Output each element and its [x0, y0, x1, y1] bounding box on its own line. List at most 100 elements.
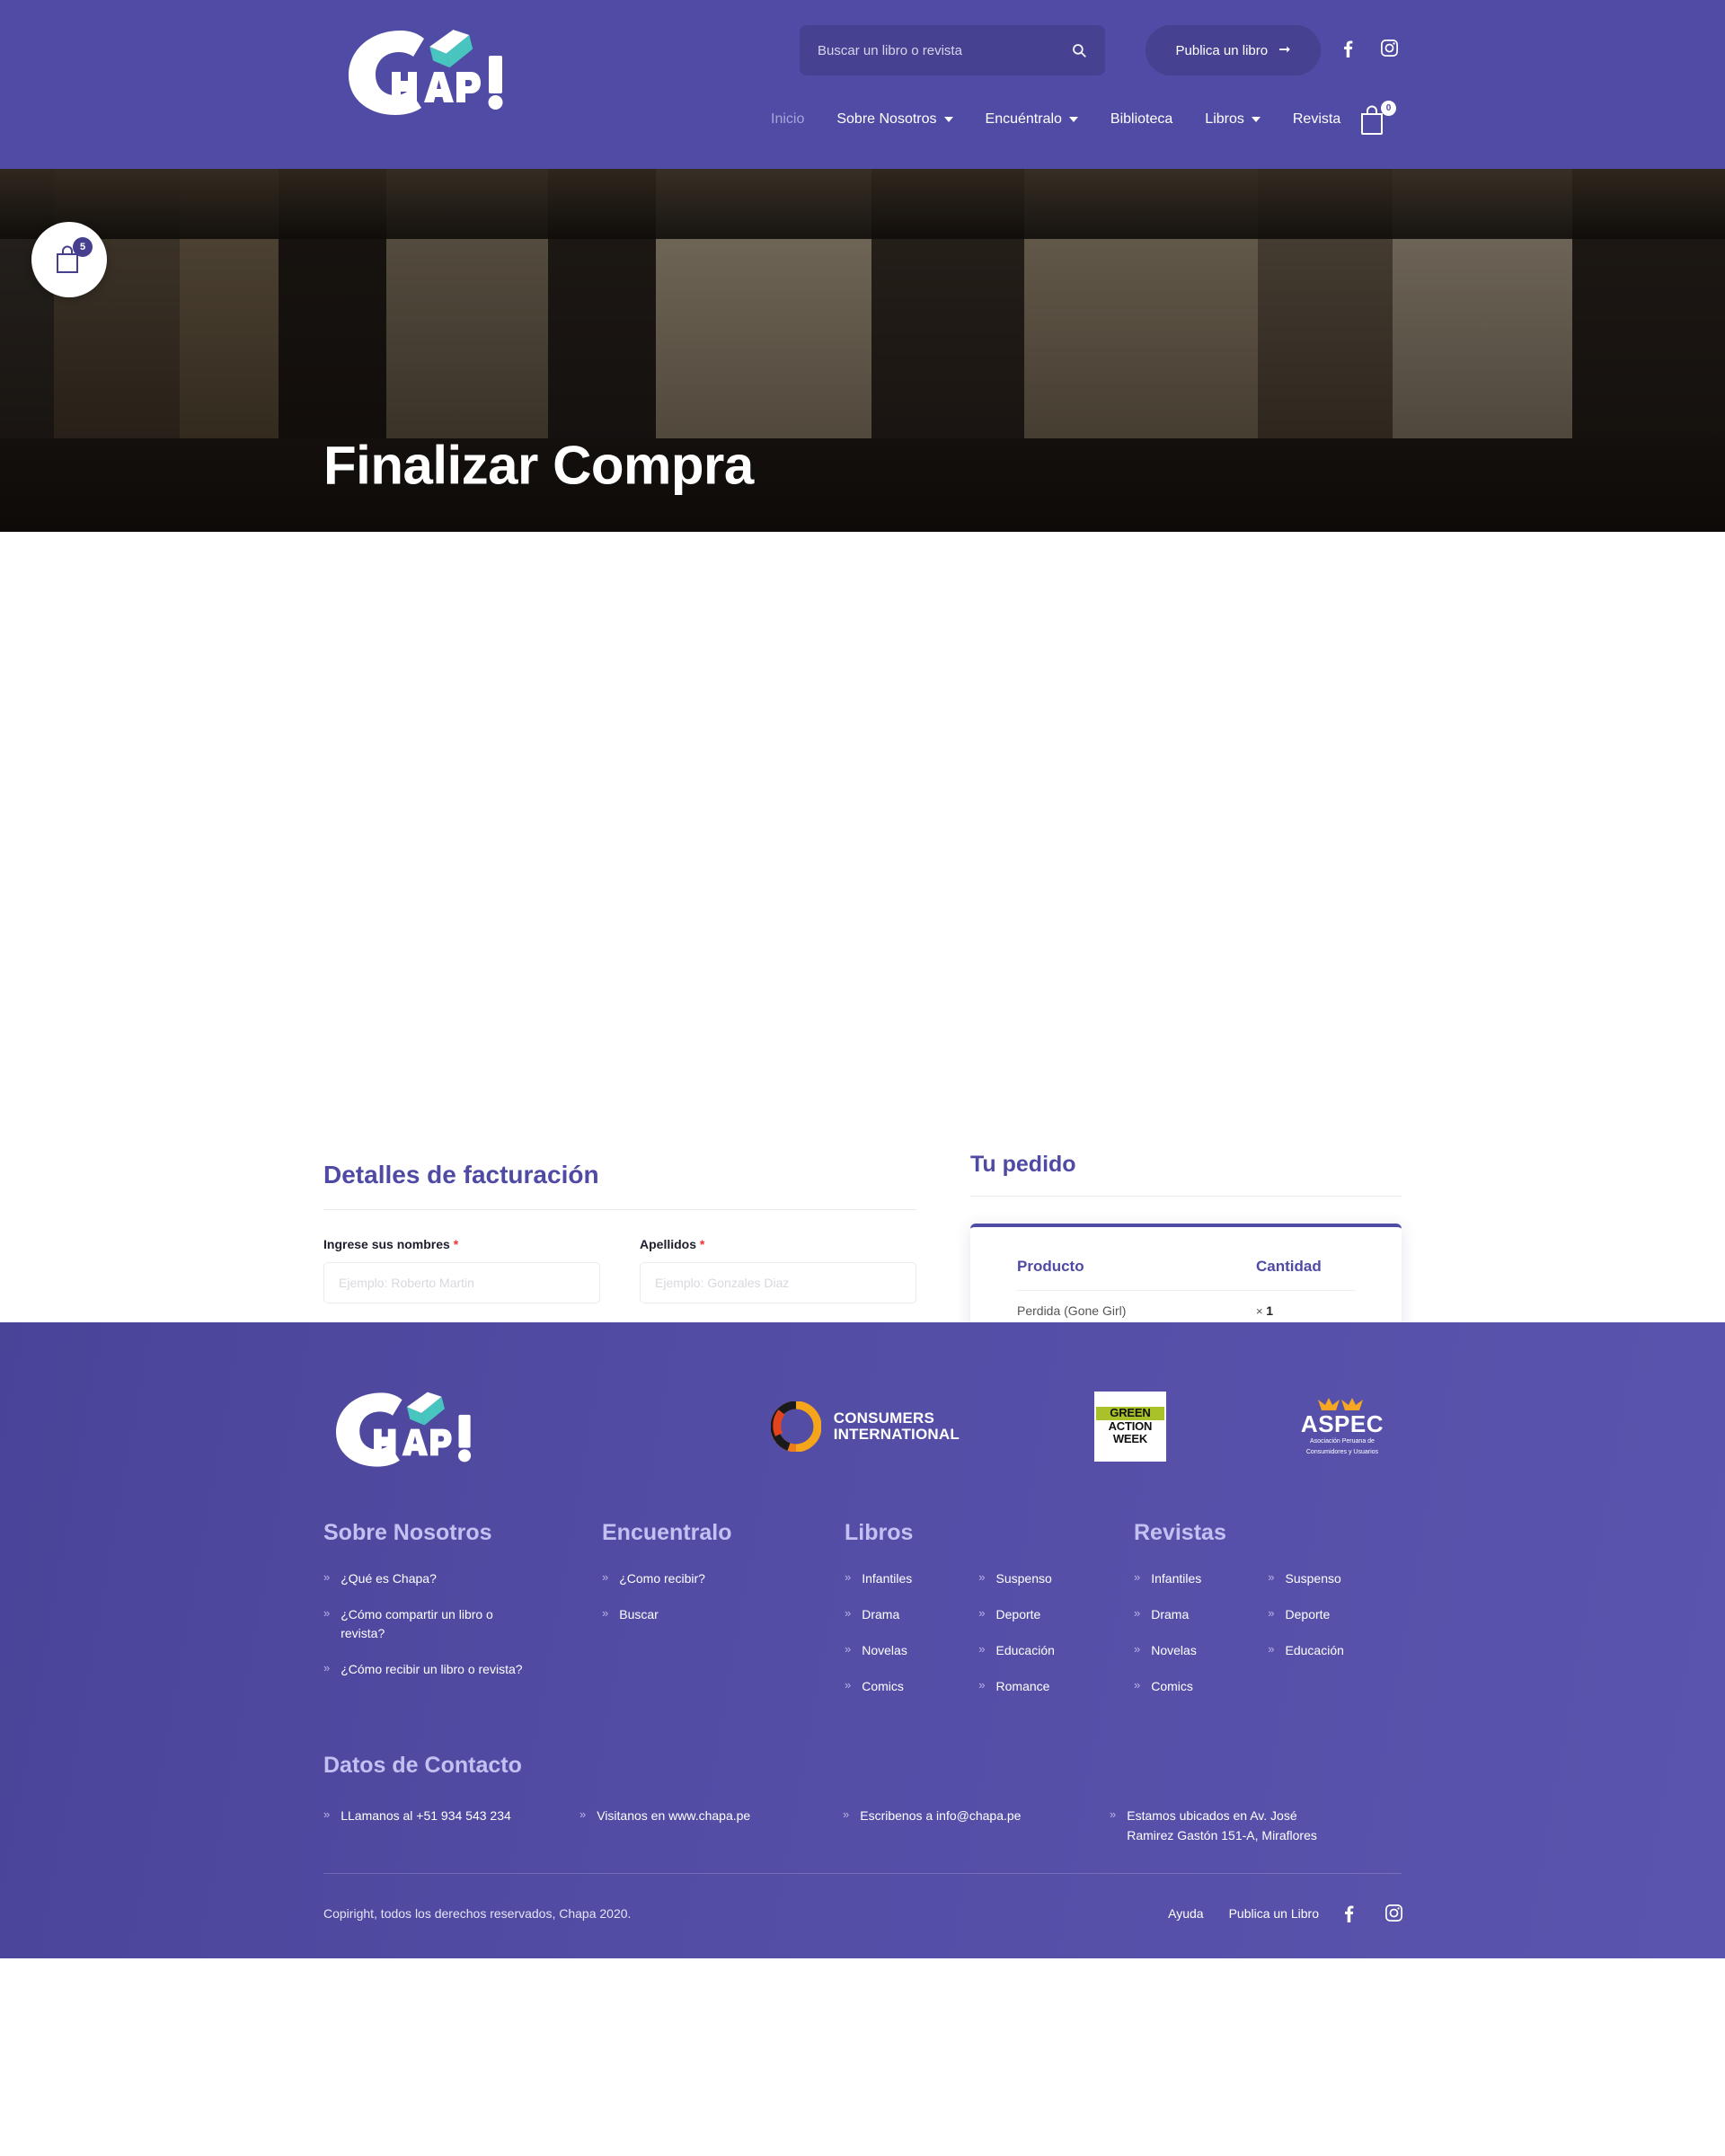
aspec-crown-icon	[1301, 1397, 1384, 1411]
footer-link[interactable]: » Romance	[978, 1677, 1055, 1696]
contact-email[interactable]: » Escribenos a info@chapa.pe	[843, 1806, 1110, 1846]
footer-link[interactable]: » ¿Cómo compartir un libro o revista?	[323, 1605, 539, 1643]
footer-link[interactable]: » Infantiles	[1134, 1569, 1201, 1588]
chevron-right-icon: »	[1134, 1642, 1141, 1656]
instagram-icon[interactable]	[1385, 1904, 1402, 1922]
footer-link-columns: Sobre Nosotros » ¿Qué es Chapa? » ¿Cómo co…	[323, 1520, 1402, 1722]
footer-link-label[interactable]: Infantiles	[862, 1569, 912, 1588]
nav-item-libros[interactable]: Libros	[1189, 111, 1277, 128]
search-box[interactable]	[800, 25, 1105, 75]
footer-heading-revistas: Revistas	[1134, 1520, 1226, 1545]
footer-link-label[interactable]: Infantiles	[1151, 1569, 1201, 1588]
footer-link-label[interactable]: Suspenso	[996, 1569, 1052, 1588]
cart-count-badge: 0	[1381, 101, 1396, 116]
footer-heading-libros: Libros	[845, 1520, 914, 1545]
main-navigation: Inicio Sobre Nosotros Encuéntralo Biblio…	[755, 111, 1357, 128]
footer-link[interactable]: » ¿Como recibir?	[602, 1569, 818, 1588]
footer-link[interactable]: » Novelas	[845, 1641, 912, 1660]
footer-link-label[interactable]: Deporte	[1286, 1605, 1331, 1624]
footer-libros-group-a: » Infantiles » Drama » Novelas » Comics	[845, 1569, 912, 1713]
footer-bottom-bar: Copiright, todos los derechos reservados…	[0, 1874, 1725, 1958]
contact-phone[interactable]: » LLamanos al +51 934 543 234	[323, 1806, 579, 1846]
footer-link-label[interactable]: ¿Qué es Chapa?	[341, 1569, 437, 1588]
last-name-field-group: Apellidos *	[640, 1237, 916, 1303]
first-name-input[interactable]	[323, 1262, 600, 1303]
footer-link[interactable]: » ¿Qué es Chapa?	[323, 1569, 539, 1588]
footer-link-label[interactable]: Romance	[996, 1677, 1050, 1696]
chevron-right-icon: »	[323, 1807, 331, 1821]
billing-divider	[323, 1209, 916, 1210]
footer-link[interactable]: » Suspenso	[978, 1569, 1055, 1588]
footer-link[interactable]: » Drama	[1134, 1605, 1201, 1624]
header-cart-button[interactable]: 0	[1358, 101, 1396, 142]
footer-link-label[interactable]: ¿Como recibir?	[619, 1569, 705, 1588]
footer-link[interactable]: » Comics	[845, 1677, 912, 1696]
last-name-label-text: Apellidos	[640, 1237, 697, 1251]
nav-item-inicio[interactable]: Inicio	[755, 111, 820, 128]
first-name-field-group: Ingrese sus nombres *	[323, 1237, 600, 1303]
footer-link[interactable]: » Drama	[845, 1605, 912, 1624]
contact-website[interactable]: » Visitanos en www.chapa.pe	[579, 1806, 843, 1846]
footer-column-encuentralo: Encuentralo » ¿Como recibir? » Buscar	[602, 1520, 845, 1713]
consumers-international-logo: CONSUMERS INTERNATIONAL	[770, 1401, 960, 1453]
nav-item-sobre-nosotros[interactable]: Sobre Nosotros	[820, 111, 969, 128]
contact-address[interactable]: » Estamos ubicados en Av. José Ramirez Ga…	[1110, 1806, 1325, 1846]
search-icon[interactable]	[1071, 42, 1087, 58]
aspec-sub2: Consumidores y Usuarios	[1305, 1448, 1379, 1455]
green-action-week-logo: GREEN ACTION WEEK	[1093, 1392, 1166, 1462]
footer-link-label[interactable]: Deporte	[996, 1605, 1041, 1624]
nav-label-encuentralo: Encuéntralo	[985, 111, 1062, 127]
chevron-right-icon: »	[845, 1678, 852, 1692]
instagram-icon[interactable]	[1381, 40, 1398, 57]
footer-link[interactable]: » Buscar	[602, 1605, 818, 1624]
chevron-right-icon: »	[1268, 1606, 1275, 1620]
footer-logo[interactable]	[323, 1382, 481, 1471]
footer-link[interactable]: » Deporte	[1268, 1605, 1344, 1624]
footer-link[interactable]: » Novelas	[1134, 1641, 1201, 1660]
chevron-right-icon: »	[845, 1642, 852, 1656]
last-name-input[interactable]	[640, 1262, 916, 1303]
footer-link-label[interactable]: Comics	[1151, 1677, 1193, 1696]
consumers-ring-icon	[770, 1401, 822, 1453]
footer-link-label[interactable]: Educación	[996, 1641, 1055, 1660]
chevron-right-icon: »	[978, 1570, 986, 1584]
publish-book-button[interactable]: Publica un libro ➞	[1146, 25, 1321, 75]
chevron-right-icon: »	[1110, 1807, 1117, 1821]
footer-link-label[interactable]: Suspenso	[1286, 1569, 1341, 1588]
facebook-icon[interactable]	[1343, 40, 1358, 57]
footer-link[interactable]: » Educación	[1268, 1641, 1344, 1660]
footer-link-label[interactable]: Drama	[862, 1605, 899, 1624]
chevron-right-icon: »	[843, 1807, 850, 1821]
facebook-icon[interactable]	[1344, 1904, 1360, 1922]
footer-link-label[interactable]: ¿Cómo compartir un libro o revista?	[341, 1605, 539, 1643]
footer-link-label[interactable]: ¿Cómo recibir un libro o revista?	[341, 1660, 522, 1679]
nav-item-revista[interactable]: Revista	[1277, 111, 1357, 128]
search-input[interactable]	[818, 42, 1071, 58]
name-fields-row: Ingrese sus nombres * Apellidos *	[323, 1237, 916, 1303]
floating-cart-button[interactable]: 5	[31, 222, 107, 297]
footer-link[interactable]: » Deporte	[978, 1605, 1055, 1624]
nav-item-encuentralo[interactable]: Encuéntralo	[969, 111, 1094, 128]
footer-link-publica-un-libro[interactable]: Publica un Libro	[1229, 1906, 1319, 1921]
first-name-label: Ingrese sus nombres *	[323, 1237, 600, 1251]
footer-link[interactable]: » Educación	[978, 1641, 1055, 1660]
nav-item-biblioteca[interactable]: Biblioteca	[1094, 111, 1189, 128]
order-col-quantity: Cantidad	[1256, 1258, 1322, 1275]
footer-link[interactable]: » Comics	[1134, 1677, 1201, 1696]
footer-link-label[interactable]: Drama	[1151, 1605, 1189, 1624]
footer-link[interactable]: » Suspenso	[1268, 1569, 1344, 1588]
footer-link-label[interactable]: Novelas	[1151, 1641, 1197, 1660]
nav-label-sobre-nosotros: Sobre Nosotros	[836, 111, 937, 127]
footer-link[interactable]: » ¿Cómo recibir un libro o revista?	[323, 1660, 566, 1679]
footer-link[interactable]: » Infantiles	[845, 1569, 912, 1588]
nav-label-inicio: Inicio	[771, 111, 805, 127]
gaw-line3: WEEK	[1112, 1432, 1148, 1446]
site-logo[interactable]	[334, 20, 514, 119]
chevron-right-icon: »	[845, 1570, 852, 1584]
floating-cart-count-badge: 5	[73, 237, 93, 257]
footer-link-ayuda[interactable]: Ayuda	[1168, 1906, 1203, 1921]
footer-link-label[interactable]: Educación	[1286, 1641, 1344, 1660]
footer-link-label[interactable]: Novelas	[862, 1641, 907, 1660]
footer-link-label[interactable]: Comics	[862, 1677, 904, 1696]
footer-link-label[interactable]: Buscar	[619, 1605, 659, 1624]
